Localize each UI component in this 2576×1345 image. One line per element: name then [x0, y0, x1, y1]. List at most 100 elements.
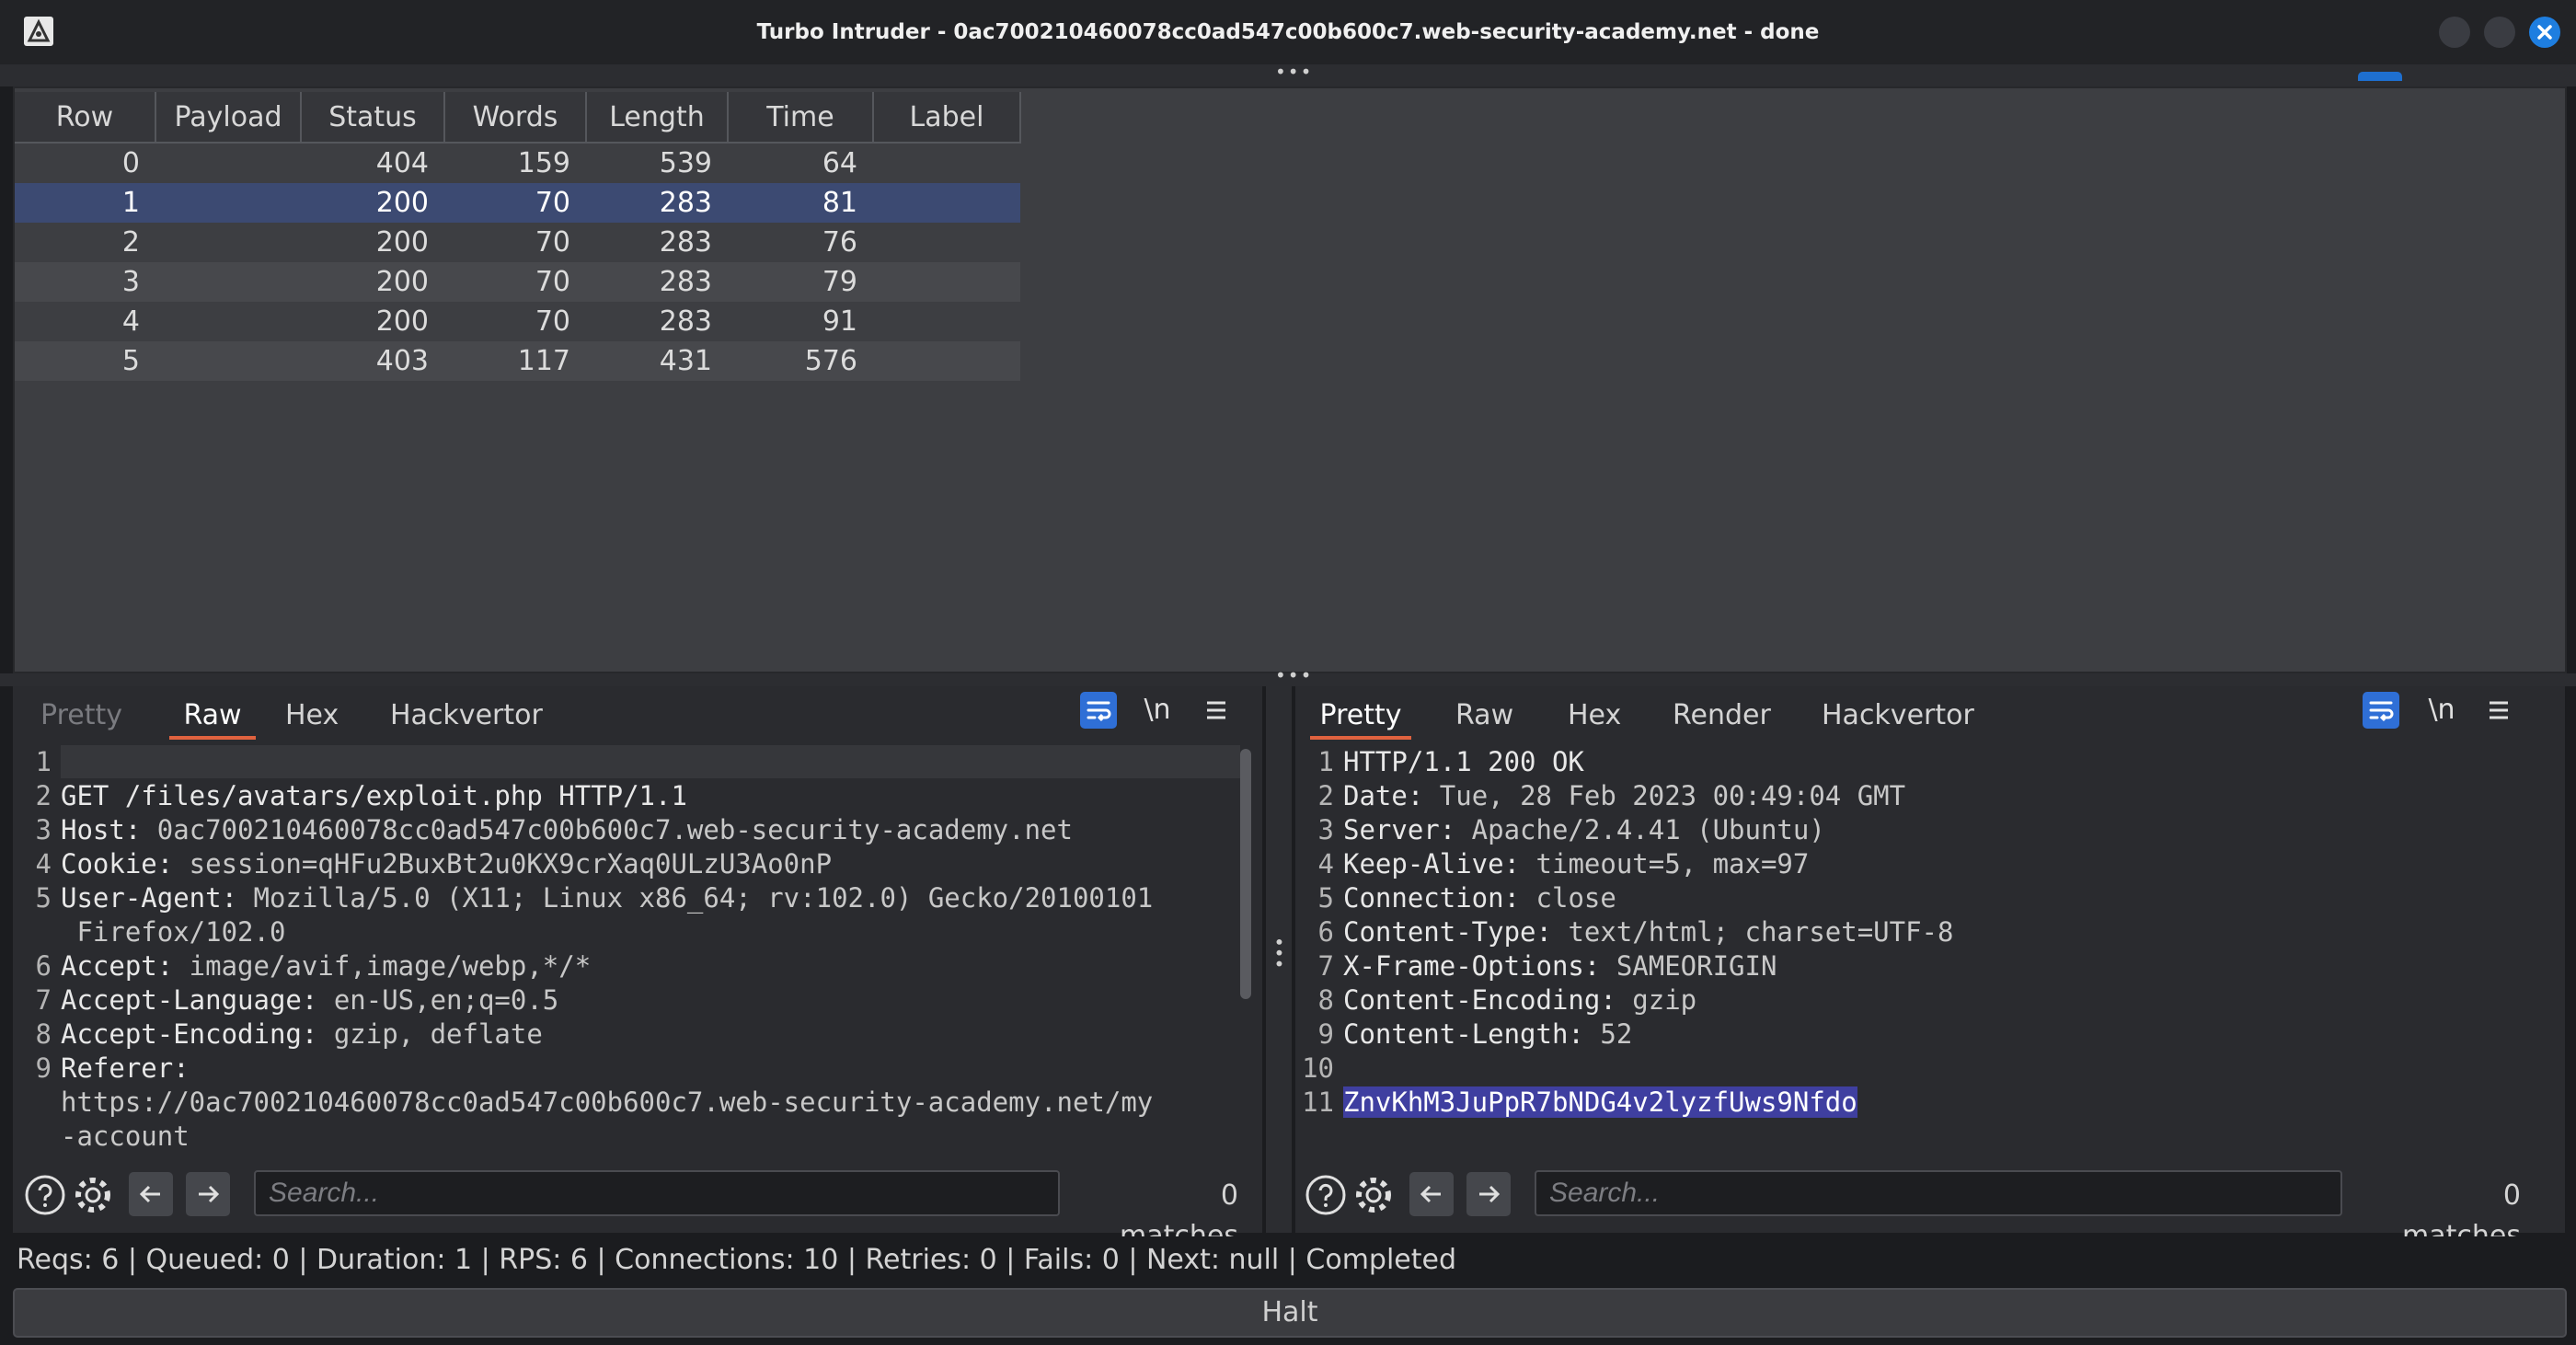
response-tab-hex[interactable]: Hex	[1564, 686, 1625, 740]
halt-button[interactable]: Halt	[13, 1288, 2567, 1338]
header-name: Accept:	[61, 950, 174, 982]
request-code-line: https://0ac700210460078cc0ad547c00b600c7…	[15, 1086, 1238, 1120]
help-icon	[25, 1175, 65, 1215]
request-code-line: 6 Accept: image/avif,image/webp,*/*	[15, 949, 1238, 983]
drag-handle-top[interactable]: •••	[1275, 63, 1311, 85]
request-code-line: 8 Accept-Encoding: gzip, deflate	[15, 1017, 1238, 1052]
response-settings-button[interactable]	[1352, 1174, 1395, 1216]
response-code-line: 5 Connection: close	[1297, 881, 2558, 915]
line-number: 5	[1317, 882, 1334, 914]
result-cell-words: 117	[444, 341, 586, 381]
selected-response-body[interactable]: ZnvKhM3JuPpR7bNDG4v2lyzfUws9Nfdo	[1343, 1086, 1857, 1118]
header-value: Tue, 28 Feb 2023 00:49:04 GMT	[1423, 780, 1906, 811]
response-help-button[interactable]	[1305, 1174, 1347, 1216]
word-wrap-toggle[interactable]	[1080, 692, 1117, 729]
response-tab-hackvertor[interactable]: Hackvertor	[1818, 686, 1978, 740]
result-row[interactable]: 3 200 70 283 79	[15, 262, 1020, 302]
header-name: HTTP/1.1 200 OK	[1343, 746, 1584, 777]
result-cell-time: 576	[728, 341, 873, 381]
line-number: 3	[35, 814, 52, 845]
header-name: X-Frame-Options:	[1343, 950, 1601, 982]
header-value: close	[1520, 882, 1616, 914]
drag-handle-middle[interactable]: •••	[1275, 666, 1311, 688]
result-cell-words: 159	[444, 143, 586, 183]
column-header-time[interactable]: Time	[728, 92, 874, 144]
line-number: 9	[35, 1052, 52, 1084]
maximize-button[interactable]	[2484, 17, 2515, 48]
response-tab-raw[interactable]: Raw	[1452, 686, 1517, 740]
result-cell-length: 283	[586, 223, 728, 262]
header-name: Referer:	[61, 1052, 190, 1084]
request-tab-hex[interactable]: Hex	[282, 686, 342, 740]
result-cell-row: 2	[15, 223, 155, 262]
request-tab-pretty[interactable]: Pretty	[37, 686, 126, 740]
header-value: Mozilla/5.0 (X11; Linux x86_64; rv:102.0…	[237, 882, 1154, 914]
column-header-label[interactable]: Label	[873, 92, 1021, 144]
response-tab-render[interactable]: Render	[1669, 686, 1775, 740]
header-value: image/avif,image/webp,*/*	[173, 950, 592, 982]
result-cell-length: 283	[586, 262, 728, 302]
minimize-button[interactable]	[2439, 17, 2470, 48]
response-code-line: 8 Content-Encoding: gzip	[1297, 983, 2558, 1017]
result-cell-words: 70	[444, 262, 586, 302]
header-name: Accept-Language:	[61, 984, 318, 1016]
column-header-row[interactable]: Row	[15, 92, 156, 144]
response-next-match-button[interactable]	[1466, 1172, 1511, 1216]
header-name: Connection:	[1343, 882, 1521, 914]
header-name: Content-Length:	[1343, 1018, 1584, 1050]
column-header-length[interactable]: Length	[586, 92, 729, 144]
result-cell-status: 200	[301, 262, 444, 302]
request-help-button[interactable]	[24, 1174, 66, 1216]
response-word-wrap-toggle[interactable]	[2363, 692, 2399, 729]
result-cell-label	[873, 223, 1020, 262]
response-search-input[interactable]	[1535, 1170, 2342, 1216]
request-scrollbar[interactable]	[1240, 749, 1251, 999]
results-header-row: Row Payload Status Words Length Time Lab…	[15, 92, 1021, 144]
response-menu-button[interactable]	[2480, 692, 2517, 729]
response-show-newlines-toggle[interactable]: \n	[2423, 692, 2460, 729]
header-value: https://0ac700210460078cc0ad547c00b600c7…	[61, 1086, 1154, 1118]
header-name: Host:	[61, 814, 142, 845]
request-settings-button[interactable]	[72, 1174, 114, 1216]
request-search-input[interactable]	[254, 1170, 1060, 1216]
request-tab-hackvertor[interactable]: Hackvertor	[386, 686, 546, 740]
result-cell-status: 200	[301, 183, 444, 223]
response-editor[interactable]: 1 HTTP/1.1 200 OK 2 Date: Tue, 28 Feb 202…	[1297, 745, 2558, 1155]
hamburger-menu-icon	[1207, 701, 1225, 719]
line-number: 5	[35, 882, 52, 914]
request-next-match-button[interactable]	[186, 1172, 230, 1216]
result-row[interactable]: 4 200 70 283 91	[15, 302, 1020, 341]
column-header-status[interactable]: Status	[301, 92, 445, 144]
result-cell-time: 76	[728, 223, 873, 262]
result-row[interactable]: 2 200 70 283 76	[15, 223, 1020, 262]
request-menu-button[interactable]	[1198, 692, 1235, 729]
result-row[interactable]: 1 200 70 283 81	[15, 183, 1020, 223]
column-header-words[interactable]: Words	[444, 92, 587, 144]
header-value: timeout=5, max=97	[1520, 848, 1810, 879]
line-number: 9	[1317, 1018, 1334, 1050]
result-cell-label	[873, 302, 1020, 341]
close-button[interactable]	[2529, 17, 2560, 48]
result-row[interactable]: 5 403 117 431 576	[15, 341, 1020, 381]
response-tab-pretty[interactable]: Pretty	[1310, 686, 1411, 740]
results-table: Row Payload Status Words Length Time Lab…	[15, 92, 1021, 381]
header-name: Content-Type:	[1343, 916, 1552, 948]
request-previous-match-button[interactable]	[129, 1172, 173, 1216]
status-bar: Reqs: 6 | Queued: 0 | Duration: 1 | RPS:…	[13, 1236, 2567, 1284]
header-value: en-US,en;q=0.5	[317, 984, 559, 1016]
result-row[interactable]: 0 404 159 539 64	[15, 143, 1020, 183]
request-code-line: 2 GET /files/avatars/exploit.php HTTP/1.…	[15, 779, 1238, 813]
request-editor[interactable]: 1 2 GET /files/avatars/exploit.php HTTP/…	[15, 745, 1238, 1155]
result-cell-status: 404	[301, 143, 444, 183]
line-number: 6	[1317, 916, 1334, 948]
result-cell-label	[873, 183, 1020, 223]
request-tab-raw[interactable]: Raw	[169, 686, 256, 740]
drag-handle-vertical[interactable]: •••	[1268, 937, 1290, 973]
arrow-left-icon	[139, 1185, 160, 1203]
result-cell-row: 3	[15, 262, 155, 302]
header-value: Apache/2.4.41 (Ubuntu)	[1455, 814, 1825, 845]
show-newlines-toggle[interactable]: \n	[1139, 692, 1176, 729]
response-previous-match-button[interactable]	[1409, 1172, 1454, 1216]
column-header-payload[interactable]: Payload	[155, 92, 302, 144]
line-number: 8	[35, 1018, 52, 1050]
